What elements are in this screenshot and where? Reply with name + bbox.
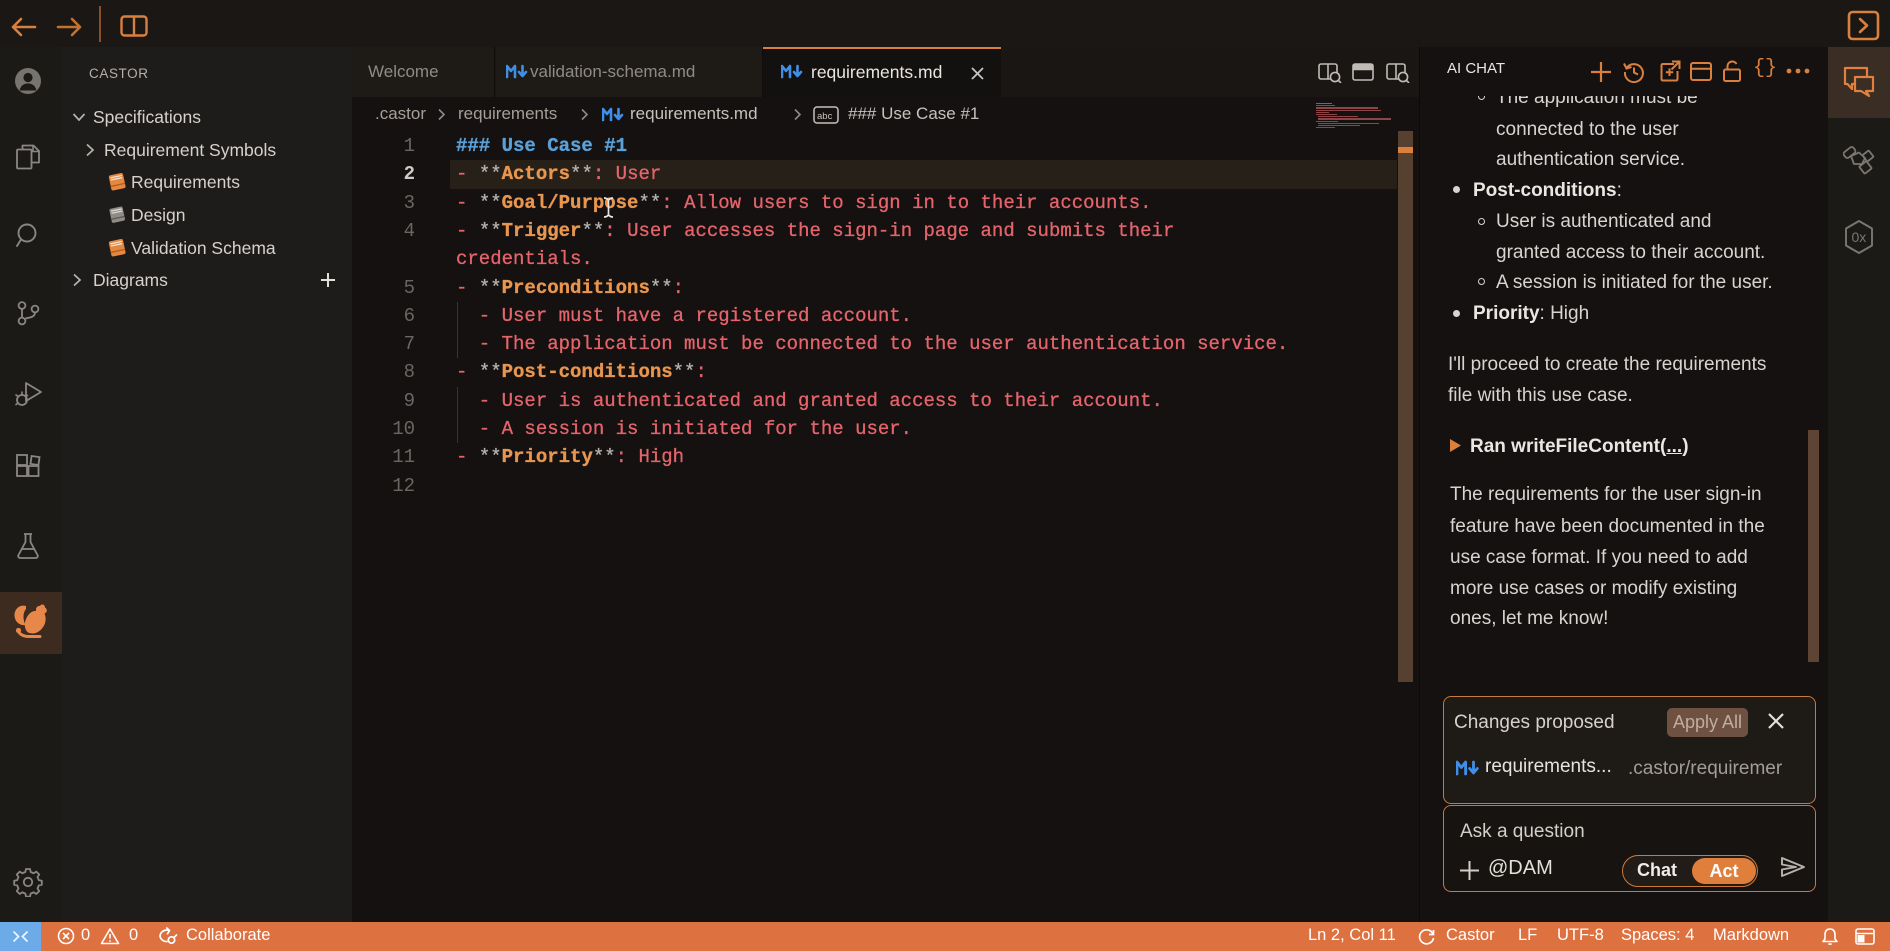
svg-text:0x: 0x (1852, 229, 1867, 245)
svg-text:abc: abc (817, 111, 833, 122)
